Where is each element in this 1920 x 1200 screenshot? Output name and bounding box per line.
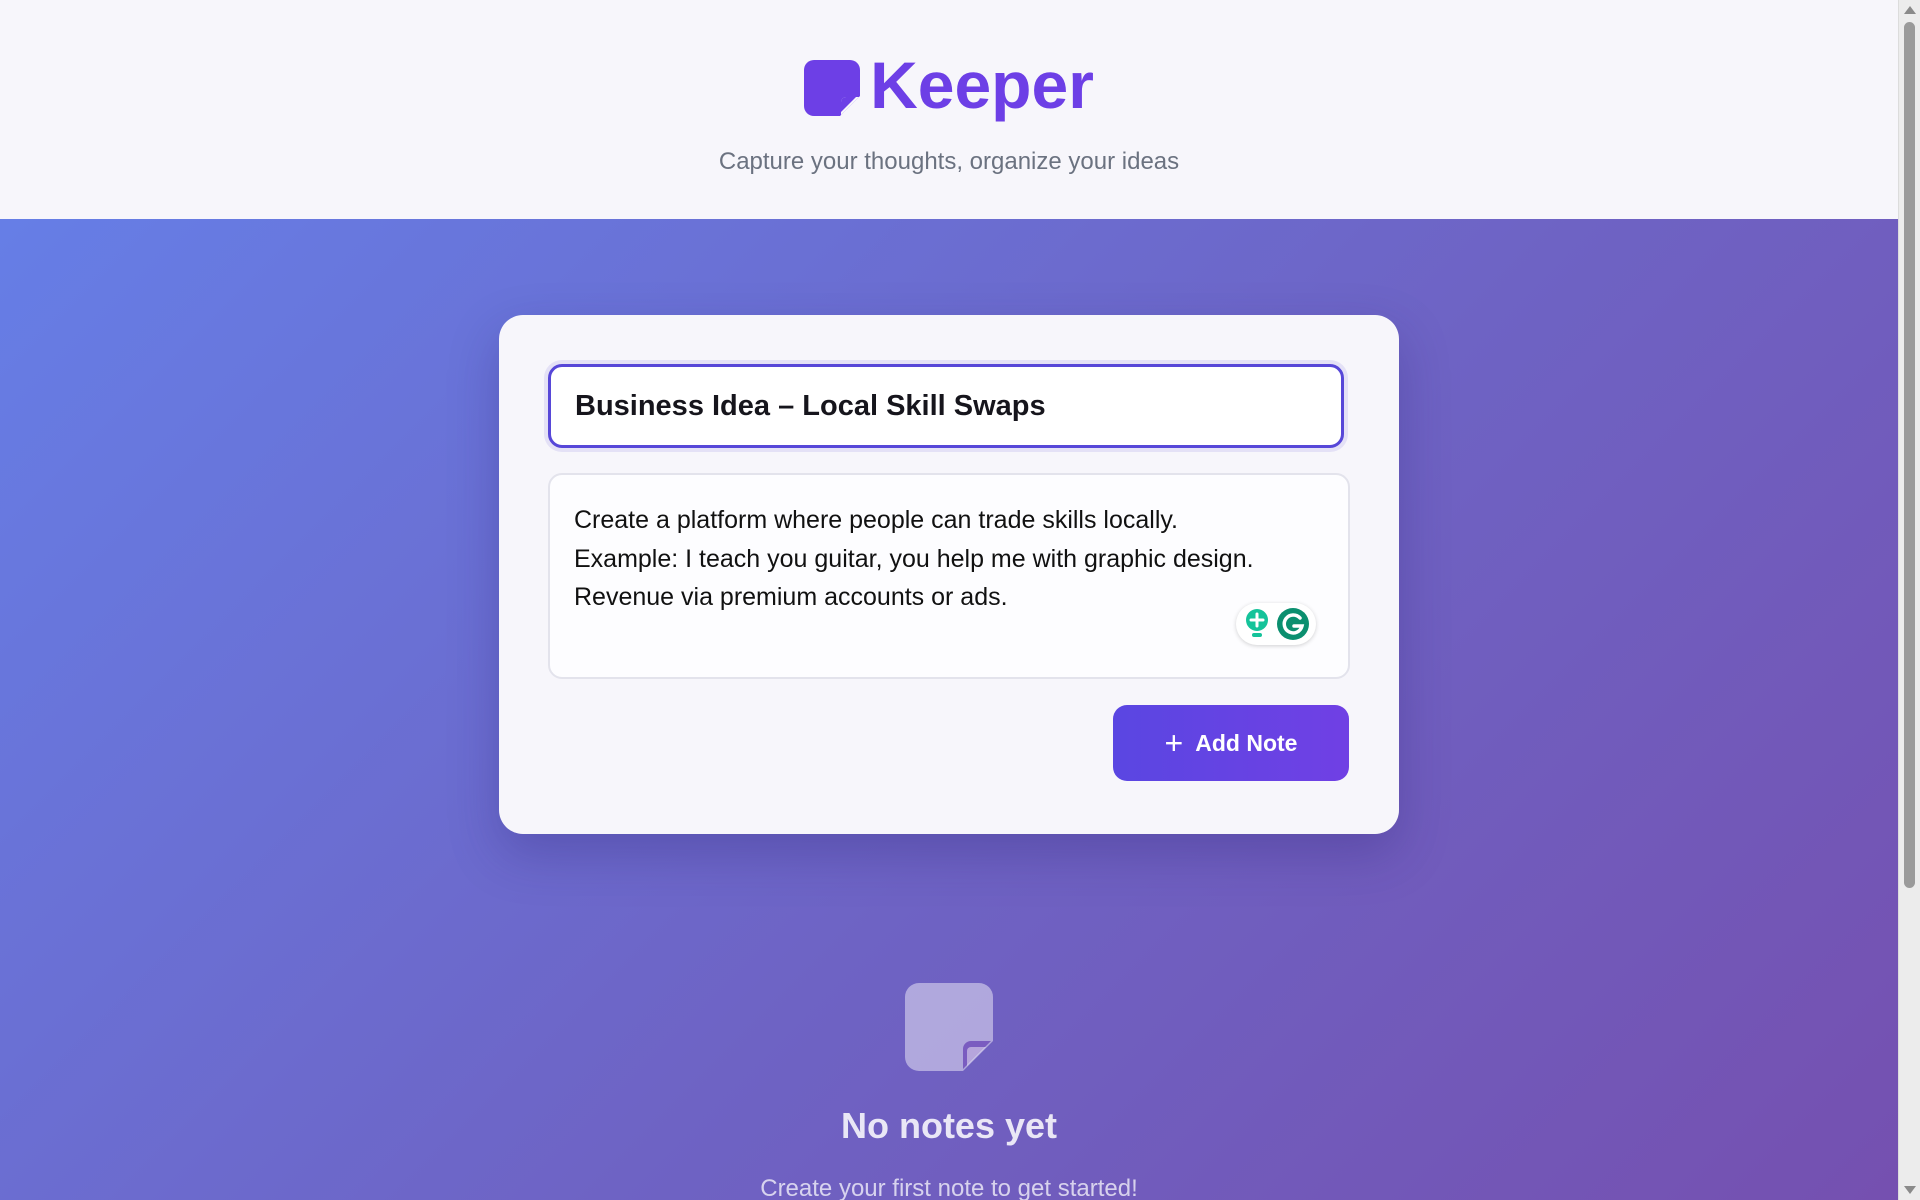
note-body-line: Revenue via premium accounts or ads.	[574, 583, 1008, 611]
brand: Keeper	[0, 50, 1898, 120]
tagline: Capture your thoughts, organize your ide…	[718, 148, 1180, 175]
writing-assistant-widget[interactable]	[1236, 603, 1316, 645]
note-icon	[804, 60, 861, 116]
add-note-label: Add Note	[1195, 729, 1298, 756]
app-header: Keeper Capture your thoughts, organize y…	[0, 0, 1898, 219]
lightbulb-icon[interactable]	[1243, 607, 1271, 641]
empty-state-subtitle: Create your first note to get started!	[760, 1175, 1138, 1200]
main-area: Create a platform where people can trade…	[0, 219, 1898, 1200]
note-body-textarea[interactable]: Create a platform where people can trade…	[548, 473, 1350, 679]
vertical-scrollbar[interactable]	[1898, 0, 1920, 1200]
note-body-line: Create a platform where people can trade…	[574, 506, 1178, 534]
scroll-down-arrow-icon[interactable]	[1904, 1186, 1916, 1194]
grammarly-icon[interactable]	[1276, 607, 1310, 641]
app-page: Keeper Capture your thoughts, organize y…	[0, 0, 1898, 1200]
note-title-input[interactable]	[548, 364, 1344, 448]
note-body-line: Example: I teach you guitar, you help me…	[574, 544, 1254, 573]
empty-state: No notes yet Create your first note to g…	[0, 983, 1898, 1200]
add-note-button[interactable]: + Add Note	[1113, 705, 1349, 781]
plus-icon: +	[1164, 725, 1184, 761]
note-form-card: Create a platform where people can trade…	[499, 315, 1399, 834]
app-name: Keeper	[870, 48, 1094, 122]
note-icon	[905, 983, 993, 1071]
scroll-up-arrow-icon[interactable]	[1904, 6, 1916, 14]
empty-state-title: No notes yet	[840, 1105, 1058, 1146]
scroll-thumb[interactable]	[1904, 22, 1915, 888]
